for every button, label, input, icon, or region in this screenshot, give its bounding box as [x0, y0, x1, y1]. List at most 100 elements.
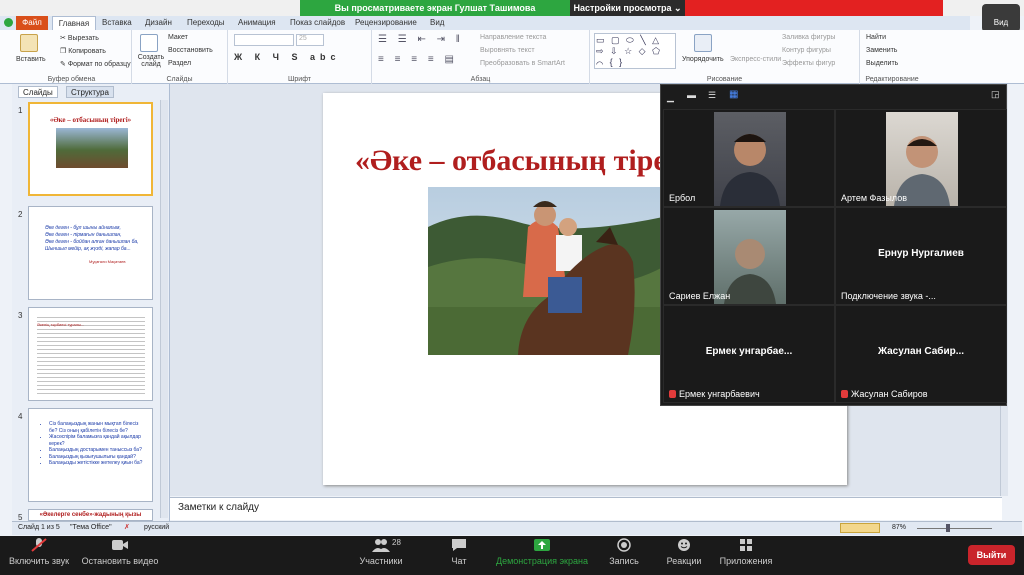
group-drawing: ▭ ▢ ⬭ ╲ △ ⇨ ⇩ ☆ ◇ ⬠ ⌒ { } Упорядочить Эк… [590, 30, 860, 84]
unmute-button[interactable]: Включить звук [6, 538, 72, 566]
poem-line: Әке деген - пірмағын данышпан, [45, 232, 122, 238]
format-painter-label: Формат по образцу [67, 61, 131, 68]
thumb-title: «Әке – отбасының тірегі» [49, 116, 132, 124]
poem-author: Мұқағали Мақатаев [89, 259, 126, 264]
language[interactable]: русский [144, 524, 169, 531]
layout-button[interactable]: Макет [168, 34, 188, 41]
stop-video-button[interactable]: Остановить видео [78, 538, 162, 566]
slide-number-2: 2 [18, 210, 23, 219]
zoom-slider-thumb[interactable] [946, 524, 950, 532]
slide-thumbnail-3[interactable]: Әкенің тәрбиесі туралы... [28, 307, 153, 401]
arrange-button[interactable]: Упорядочить [682, 56, 724, 63]
exit-fullscreen-icon[interactable]: ◲ [991, 89, 1000, 100]
paste-button[interactable]: Вставить [16, 56, 46, 63]
slides-pane-scrollbar[interactable] [160, 100, 168, 518]
reactions-button[interactable]: Реакции [662, 538, 706, 566]
tab-outline-pane[interactable]: Структура [66, 86, 114, 98]
participant-tile[interactable]: Сариев Елжан [663, 207, 835, 305]
tab-animation[interactable]: Анимация [238, 16, 276, 30]
muted-mic-icon [31, 538, 47, 552]
shape-effects-button[interactable]: Эффекты фигур [782, 60, 835, 67]
slide-thumbnail-1[interactable]: «Әке – отбасының тірегі» [28, 102, 153, 196]
new-slide-button[interactable]: Создать слайд [136, 54, 166, 68]
font-size-box[interactable]: 25 [296, 34, 324, 46]
smartart-button[interactable]: Преобразовать в SmartArt [480, 60, 565, 67]
slide-counter: Слайд 1 из 5 [18, 524, 60, 531]
participant-tile[interactable]: Ернур Нургалиев Подключение звука -... [835, 207, 1007, 305]
theme-name: "Тема Office" [70, 524, 112, 531]
font-name-box[interactable] [234, 34, 294, 46]
participant-name: Сариев Елжан [669, 291, 731, 301]
participant-tile[interactable]: Жасулан Сабир... Жасулан Сабиров [835, 305, 1007, 403]
tab-slides-pane[interactable]: Слайды [18, 86, 58, 98]
quick-styles-button[interactable]: Экспресс-стили [730, 56, 781, 63]
person-video [894, 136, 950, 206]
gallery-view-icon[interactable]: ▦ [729, 89, 738, 100]
zoom-level: 87% [892, 524, 907, 531]
spellcheck-icon[interactable]: ✗ [124, 523, 130, 531]
zoom-slider[interactable] [917, 528, 992, 529]
tab-insert[interactable]: Вставка [102, 16, 132, 30]
zoom-view-button[interactable]: Вид [982, 4, 1020, 32]
align-buttons[interactable]: ≡ ≡ ≡ ≡ ▤ [378, 54, 458, 65]
section-button[interactable]: Раздел [168, 60, 191, 67]
cut-button[interactable]: ✂ Вырезать [60, 34, 99, 42]
clipboard-group-label: Буфер обмена [47, 76, 96, 83]
participant-tile[interactable]: Артем Фазылов [835, 109, 1007, 207]
replace-button[interactable]: Заменить [866, 47, 897, 54]
slide-thumbnail-2[interactable]: Әке деген - бұл шыны айналым, Әке деген … [28, 206, 153, 300]
font-format-buttons[interactable]: Ж К Ч S abc [234, 52, 340, 62]
record-label: Запись [609, 556, 639, 566]
copy-button[interactable]: ❐ Копировать [60, 47, 106, 55]
shape-outline-button[interactable]: Контур фигуры [782, 47, 831, 54]
shapes-gallery[interactable]: ▭ ▢ ⬭ ╲ △ ⇨ ⇩ ☆ ◇ ⬠ ⌒ { } [594, 33, 676, 69]
notes-pane[interactable]: Заметки к слайду [170, 497, 1002, 520]
tab-design[interactable]: Дизайн [145, 16, 172, 30]
tab-review[interactable]: Рецензирование [355, 16, 417, 30]
tab-transitions[interactable]: Переходы [187, 16, 225, 30]
list-buttons[interactable]: ☰ ☰ ⇤ ⇥ ‖ [378, 34, 464, 45]
select-button[interactable]: Выделить [866, 60, 898, 67]
slide-photo[interactable] [428, 187, 663, 355]
leave-meeting-button[interactable]: Выйти [968, 545, 1015, 565]
tab-slideshow[interactable]: Показ слайдов [290, 16, 345, 30]
slide-thumbnail-5[interactable]: «Әкелерге сенбе»-жадының қызы [28, 509, 153, 521]
tab-view[interactable]: Вид [430, 16, 444, 30]
participant-name-row: Ермек унгарбаевич [669, 389, 760, 399]
align-text-button[interactable]: Выровнять текст [480, 47, 535, 54]
format-painter-button[interactable]: ✎ Формат по образцу [60, 60, 131, 68]
view-buttons[interactable] [840, 523, 880, 533]
share-status-banner: Вы просматриваете экран Гулшат Ташимова [300, 0, 570, 16]
tab-file[interactable]: Файл [16, 16, 48, 30]
slide-title[interactable]: «Әке – отбасының тірегі» [355, 144, 675, 178]
participant-name: Ермек унгарбаевич [679, 389, 760, 399]
view-options-button[interactable]: Настройки просмотра ⌄ [570, 0, 685, 16]
participants-button[interactable]: 28 Участники [352, 538, 410, 566]
paste-icon [20, 34, 38, 52]
strip-view-icon[interactable]: ☰ [708, 90, 716, 101]
copy-label: Копировать [68, 48, 106, 55]
slide-number-1: 1 [18, 106, 23, 115]
slide-number-3: 3 [18, 311, 23, 320]
apps-button[interactable]: Приложения [716, 538, 776, 566]
chat-icon [452, 539, 466, 551]
shape-fill-button[interactable]: Заливка фигуры [782, 34, 835, 41]
find-button[interactable]: Найти [866, 34, 886, 41]
reactions-label: Реакции [666, 556, 702, 566]
tab-home[interactable]: Главная [52, 16, 96, 30]
font-group-label: Шрифт [287, 76, 312, 83]
reset-button[interactable]: Восстановить [168, 47, 213, 54]
apps-label: Приложения [719, 556, 773, 566]
chat-button[interactable]: Чат [442, 538, 476, 566]
single-view-icon[interactable]: ▬ [687, 90, 696, 100]
share-screen-button[interactable]: Демонстрация экрана [492, 538, 592, 566]
participant-tile[interactable]: Ербол [663, 109, 835, 207]
smile-icon [678, 539, 690, 551]
record-button[interactable]: Запись [604, 538, 644, 566]
text-direction-button[interactable]: Направление текста [480, 34, 546, 41]
share-screen-icon [534, 539, 550, 551]
participant-tile[interactable]: Ермек унгарбае... Ермек унгарбаевич [663, 305, 835, 403]
slide-thumbnail-4[interactable]: Сіз балаңыздың жанын мықтап білесіз бе? … [28, 408, 153, 502]
thumb-bullet-list: Сіз балаңыздың жанын мықтап білесіз бе? … [43, 421, 147, 467]
minimize-icon[interactable]: ▁ [667, 92, 674, 103]
